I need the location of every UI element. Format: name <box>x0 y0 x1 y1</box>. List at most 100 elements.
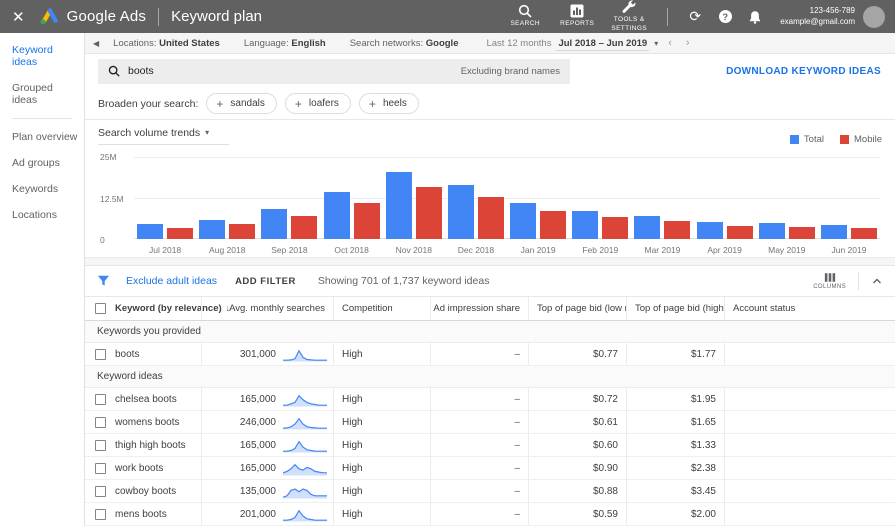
prev-period-icon[interactable]: ‹ <box>668 37 672 49</box>
bar-mobile[interactable] <box>788 227 815 239</box>
bid-high-cell: $2.38 <box>626 457 724 479</box>
add-filter-button[interactable]: ADD FILTER <box>235 276 296 287</box>
trend-sparkline <box>283 349 327 362</box>
row-checkbox[interactable] <box>94 508 106 520</box>
row-checkbox[interactable] <box>94 348 106 360</box>
sidebar-item-plan-overview[interactable]: Plan overview <box>0 124 84 150</box>
avatar[interactable] <box>863 5 885 28</box>
filter-language[interactable]: Language: English <box>244 38 326 49</box>
language-value: English <box>291 37 326 49</box>
x-axis-tick: Sep 2018 <box>271 244 308 255</box>
account-email: example@gmail.com <box>780 16 855 26</box>
download-keyword-ideas-button[interactable]: DOWNLOAD KEYWORD IDEAS <box>726 66 881 77</box>
chart-type-selector[interactable]: Search volume trends ▾ <box>98 127 230 145</box>
table-body: Keywords you provided boots 301,000 High – $0… <box>85 321 895 526</box>
bar-total[interactable] <box>323 191 350 239</box>
bar-mobile[interactable] <box>229 223 256 239</box>
filter-funnel-icon[interactable] <box>97 275 110 287</box>
bar-total[interactable] <box>820 224 847 239</box>
table-row[interactable]: thigh high boots 165,000 High – $0.60 $1.33 <box>85 434 895 457</box>
bar-total[interactable] <box>758 222 785 239</box>
row-checkbox[interactable] <box>94 393 106 405</box>
row-checkbox[interactable] <box>94 462 106 474</box>
bar-mobile[interactable] <box>726 225 753 239</box>
account-info[interactable]: 123-456-789 example@gmail.com <box>780 6 855 28</box>
x-axis-tick: Aug 2018 <box>209 244 246 255</box>
collapse-panel-icon[interactable]: ◀ <box>93 39 99 48</box>
table-row[interactable]: work boots 165,000 High – $0.90 $2.38 <box>85 457 895 480</box>
table-row[interactable]: boots 301,000 High – $0.77 $1.77 <box>85 343 895 366</box>
columns-button[interactable]: COLUMNS <box>813 272 846 290</box>
broaden-chip-heels[interactable]: + heels <box>358 93 419 115</box>
keyword-search-box[interactable]: Excluding brand names <box>98 58 570 84</box>
y-axis-tick: 12.5M <box>100 193 124 204</box>
bid-high-cell: $1.95 <box>626 388 724 410</box>
language-label: Language: <box>243 37 289 49</box>
bar-total[interactable] <box>447 184 474 239</box>
row-checkbox[interactable] <box>94 485 106 497</box>
col-top-bid-high[interactable]: Top of page bid (high range) <box>626 296 724 320</box>
help-icon[interactable]: ? <box>710 10 740 23</box>
bar-total[interactable] <box>199 219 226 239</box>
topbar-left: ✕ Google Ads Keyword plan <box>0 7 262 26</box>
bar-total[interactable] <box>696 221 723 239</box>
bar-mobile[interactable] <box>540 211 567 239</box>
row-checkbox[interactable] <box>94 416 106 428</box>
bar-total[interactable] <box>385 172 412 239</box>
sidebar-item-keywords[interactable]: Keywords <box>0 176 84 202</box>
notifications-bell-icon[interactable] <box>740 10 770 24</box>
bar-group <box>507 157 569 239</box>
broaden-chip-loafers[interactable]: + loafers <box>284 93 351 115</box>
bar-total[interactable] <box>634 216 661 239</box>
table-row[interactable]: cowboy boots 135,000 High – $0.88 $3.45 <box>85 480 895 503</box>
range-value: Jul 2018 – Jun 2019 <box>556 37 650 51</box>
bar-total[interactable] <box>261 208 288 239</box>
bar-total[interactable] <box>572 211 599 239</box>
col-top-bid-low[interactable]: Top of page bid (low range) <box>528 296 626 320</box>
next-period-icon[interactable]: › <box>686 37 690 49</box>
nav-search[interactable]: SEARCH <box>499 0 551 32</box>
select-all-checkbox[interactable] <box>94 302 106 314</box>
chevron-up-icon[interactable] <box>871 276 883 286</box>
nav-tools-settings[interactable]: TOOLS & SETTINGS <box>603 0 655 32</box>
search-icon <box>108 66 120 78</box>
section-separator <box>85 256 895 267</box>
bar-total[interactable] <box>510 202 537 239</box>
exclude-adult-ideas-link[interactable]: Exclude adult ideas <box>126 275 217 287</box>
bar-mobile[interactable] <box>415 187 442 239</box>
col-keyword[interactable]: Keyword (by relevance) ↓ <box>115 297 230 320</box>
table-row[interactable]: womens boots 246,000 High – $0.61 $1.65 <box>85 411 895 434</box>
brand-name: Google Ads <box>66 8 147 25</box>
bar-mobile[interactable] <box>850 227 877 239</box>
refresh-icon[interactable]: ⟳ <box>680 8 710 25</box>
filter-locations[interactable]: Locations: United States <box>113 38 220 49</box>
bar-total[interactable] <box>137 223 164 239</box>
col-ad-impression-share[interactable]: Ad impression share <box>430 296 528 320</box>
bar-mobile[interactable] <box>353 202 380 239</box>
account-status-cell <box>724 503 895 525</box>
nav-reports[interactable]: REPORTS <box>551 0 603 32</box>
date-range-selector[interactable]: Last 12 months Jul 2018 – Jun 2019 ▾ <box>486 36 658 51</box>
close-icon[interactable]: ✕ <box>12 8 25 26</box>
col-avg-monthly-searches[interactable]: Avg. monthly searches <box>201 296 333 320</box>
account-status-cell <box>724 388 895 410</box>
sidebar-divider <box>12 118 72 119</box>
bar-mobile[interactable] <box>477 197 504 239</box>
bar-mobile[interactable] <box>602 217 629 239</box>
sidebar-item-locations[interactable]: Locations <box>0 202 84 228</box>
row-checkbox[interactable] <box>94 439 106 451</box>
avg-searches-cell: 165,000 <box>201 388 333 410</box>
sidebar-item-keyword-ideas[interactable]: Keyword ideas <box>0 37 84 75</box>
table-row[interactable]: mens boots 201,000 High – $0.59 $2.00 <box>85 503 895 526</box>
bar-mobile[interactable] <box>664 220 691 239</box>
filter-networks[interactable]: Search networks: Google <box>350 38 459 49</box>
sidebar-item-ad-groups[interactable]: Ad groups <box>0 150 84 176</box>
search-input[interactable] <box>128 65 461 78</box>
bar-mobile[interactable] <box>167 227 194 239</box>
broaden-chip-sandals[interactable]: + sandals <box>206 93 277 115</box>
col-competition[interactable]: Competition <box>333 296 430 320</box>
sidebar-item-grouped-ideas[interactable]: Grouped ideas <box>0 75 84 113</box>
col-account-status[interactable]: Account status <box>724 296 895 320</box>
table-row[interactable]: chelsea boots 165,000 High – $0.72 $1.95 <box>85 388 895 411</box>
bar-mobile[interactable] <box>291 216 318 239</box>
